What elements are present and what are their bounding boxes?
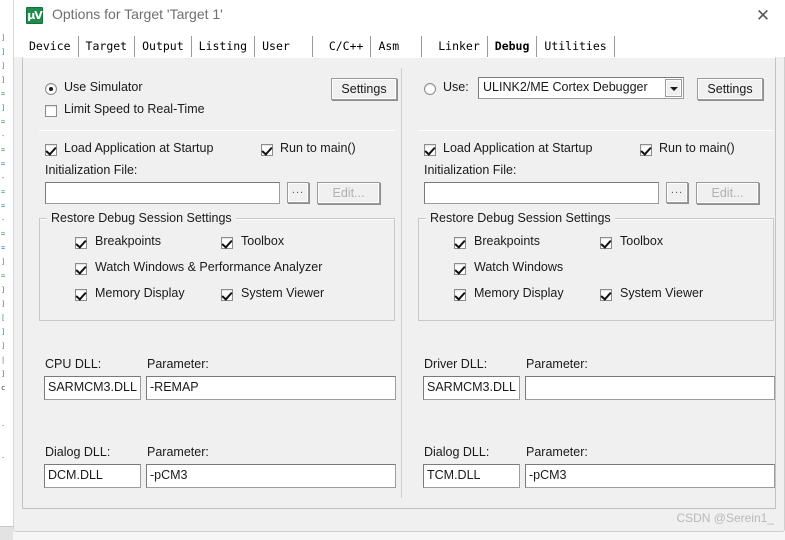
- breakpoints-label-hw[interactable]: Breakpoints: [474, 234, 540, 248]
- watermark: CSDN @Serein1_: [676, 511, 774, 525]
- cpu-dll-label: CPU DLL:: [45, 357, 102, 371]
- background-editor-sliver: ] ] ] ] = ] = - = = - = = - = = ] = ] ] …: [0, 0, 13, 540]
- limit-speed-checkbox[interactable]: [45, 105, 57, 117]
- debugger-panel: Use: ULINK2/ME Cortex Debugger Settings …: [402, 58, 780, 510]
- init-file-input-sim[interactable]: [45, 182, 280, 204]
- memory-display-label-hw[interactable]: Memory Display: [474, 286, 564, 300]
- system-viewer-checkbox-sim[interactable]: [221, 289, 233, 301]
- init-file-edit-button-hw[interactable]: Edit...: [696, 182, 759, 204]
- dialog-parameter-input-hw[interactable]: -pCM3: [525, 464, 775, 488]
- dialog-dll-input-hw[interactable]: TCM.DLL: [423, 464, 520, 488]
- use-debugger-radio[interactable]: [424, 83, 436, 95]
- driver-parameter-input[interactable]: [525, 376, 775, 400]
- toolbox-checkbox-sim[interactable]: [221, 237, 233, 249]
- tab-device[interactable]: Device: [22, 36, 79, 57]
- debug-tab-panel: Use Simulator Limit Speed to Real-Time S…: [22, 57, 776, 509]
- memory-display-checkbox-hw[interactable]: [454, 289, 466, 301]
- debugger-select-value: ULINK2/ME Cortex Debugger: [483, 80, 648, 94]
- init-file-edit-button-sim[interactable]: Edit...: [317, 182, 380, 204]
- init-file-browse-button-hw[interactable]: ...: [666, 182, 688, 203]
- run-to-main-checkbox-sim[interactable]: [261, 144, 273, 156]
- tab-c-cpp[interactable]: C/C++: [321, 36, 372, 57]
- use-debugger-label[interactable]: Use:: [443, 80, 469, 94]
- breakpoints-checkbox-sim[interactable]: [75, 237, 87, 249]
- dialog-dll-input-sim[interactable]: DCM.DLL: [44, 464, 141, 488]
- options-dialog: µV Options for Target 'Target 1' ✕ Devic…: [13, 0, 785, 532]
- uvision-icon: µV: [26, 7, 43, 24]
- system-viewer-label-sim[interactable]: System Viewer: [241, 286, 324, 300]
- dialog-parameter-input-sim[interactable]: -pCM3: [146, 464, 396, 488]
- restore-debug-session-group-sim: Restore Debug Session Settings Breakpoin…: [39, 211, 395, 321]
- load-application-label-hw[interactable]: Load Application at Startup: [443, 141, 592, 155]
- watch-windows-checkbox-sim[interactable]: [75, 263, 87, 275]
- chevron-down-icon[interactable]: [665, 79, 682, 97]
- debugger-settings-button[interactable]: Settings: [697, 78, 763, 100]
- use-simulator-radio[interactable]: [45, 83, 57, 95]
- system-viewer-checkbox-hw[interactable]: [600, 289, 612, 301]
- tab-linker[interactable]: Linker: [431, 36, 488, 57]
- run-to-main-label-hw[interactable]: Run to main(): [659, 141, 735, 155]
- titlebar: µV Options for Target 'Target 1' ✕: [14, 0, 785, 33]
- screen: ] ] ] ] = ] = - = = - = = - = = ] = ] ] …: [0, 0, 785, 540]
- debugger-separator: [418, 130, 774, 131]
- restore-debug-session-title-sim: Restore Debug Session Settings: [47, 211, 236, 225]
- simulator-settings-button[interactable]: Settings: [331, 78, 397, 100]
- breakpoints-checkbox-hw[interactable]: [454, 237, 466, 249]
- memory-display-checkbox-sim[interactable]: [75, 289, 87, 301]
- run-to-main-label-sim[interactable]: Run to main(): [280, 141, 356, 155]
- run-to-main-checkbox-hw[interactable]: [640, 144, 652, 156]
- restore-debug-session-title-hw: Restore Debug Session Settings: [426, 211, 615, 225]
- tab-debug[interactable]: Debug: [487, 36, 538, 57]
- restore-debug-session-group-hw: Restore Debug Session Settings Breakpoin…: [418, 211, 774, 321]
- toolbox-label-sim[interactable]: Toolbox: [241, 234, 284, 248]
- init-file-label-hw: Initialization File:: [424, 163, 517, 177]
- window-title: Options for Target 'Target 1': [52, 6, 223, 22]
- toolbox-checkbox-hw[interactable]: [600, 237, 612, 249]
- close-icon[interactable]: ✕: [740, 0, 785, 32]
- init-file-label-sim: Initialization File:: [45, 163, 138, 177]
- dialog-dll-label-hw: Dialog DLL:: [424, 445, 490, 459]
- debugger-select[interactable]: ULINK2/ME Cortex Debugger: [478, 77, 684, 99]
- simulator-panel: Use Simulator Limit Speed to Real-Time S…: [23, 58, 401, 510]
- load-application-label-sim[interactable]: Load Application at Startup: [64, 141, 213, 155]
- use-simulator-label[interactable]: Use Simulator: [64, 80, 143, 94]
- driver-dll-label: Driver DLL:: [424, 357, 488, 371]
- taskbar-sliver: [0, 526, 13, 540]
- init-file-browse-button-sim[interactable]: ...: [287, 182, 309, 203]
- tab-utilities[interactable]: Utilities: [537, 36, 615, 57]
- tab-output[interactable]: Output: [135, 36, 192, 57]
- limit-speed-label[interactable]: Limit Speed to Real-Time: [64, 102, 205, 116]
- toolbox-label-hw[interactable]: Toolbox: [620, 234, 663, 248]
- dialog-parameter-label-sim: Parameter:: [147, 445, 209, 459]
- system-viewer-label-hw[interactable]: System Viewer: [620, 286, 703, 300]
- cpu-parameter-label: Parameter:: [147, 357, 209, 371]
- driver-parameter-label: Parameter:: [526, 357, 588, 371]
- load-application-checkbox-hw[interactable]: [424, 144, 436, 156]
- tab-target[interactable]: Target: [78, 36, 136, 57]
- tab-strip: Device Target Output Listing User C/C++ …: [14, 33, 785, 57]
- breakpoints-label-sim[interactable]: Breakpoints: [95, 234, 161, 248]
- watch-windows-checkbox-hw[interactable]: [454, 263, 466, 275]
- load-application-checkbox-sim[interactable]: [45, 144, 57, 156]
- watch-windows-label-sim[interactable]: Watch Windows & Performance Analyzer: [95, 260, 322, 274]
- simulator-separator: [39, 130, 395, 131]
- cpu-dll-input[interactable]: SARMCM3.DLL: [44, 376, 141, 400]
- cpu-parameter-input[interactable]: -REMAP: [146, 376, 396, 400]
- dialog-dll-label-sim: Dialog DLL:: [45, 445, 111, 459]
- driver-dll-input[interactable]: SARMCM3.DLL: [423, 376, 520, 400]
- memory-display-label-sim[interactable]: Memory Display: [95, 286, 185, 300]
- init-file-input-hw[interactable]: [424, 182, 659, 204]
- watch-windows-label-hw[interactable]: Watch Windows: [474, 260, 563, 274]
- tab-asm[interactable]: Asm: [371, 36, 423, 57]
- tab-listing[interactable]: Listing: [191, 36, 256, 57]
- dialog-parameter-label-hw: Parameter:: [526, 445, 588, 459]
- tab-user[interactable]: User: [255, 36, 313, 57]
